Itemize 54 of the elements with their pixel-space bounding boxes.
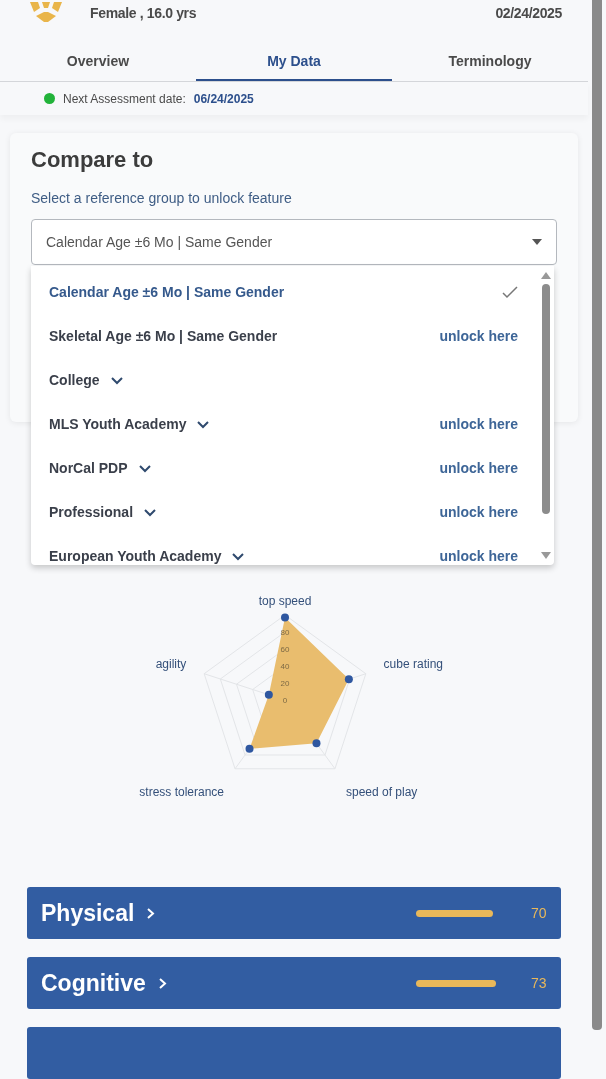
category-title: Physical — [41, 898, 135, 928]
tick-label: 40 — [280, 662, 290, 671]
axis-label: speed of play — [345, 784, 418, 799]
unlock-link[interactable]: unlock here — [439, 501, 518, 523]
scrollbar-thumb[interactable] — [542, 284, 550, 515]
scroll-up-icon[interactable] — [541, 272, 551, 280]
chevron-right-icon — [146, 906, 156, 920]
category-bar[interactable]: Physical 70 — [27, 887, 561, 939]
tab[interactable]: My Data — [196, 27, 392, 82]
axis-label: top speed — [258, 594, 312, 608]
tick-label: 20 — [280, 679, 290, 688]
tick-label: 80 — [280, 628, 290, 637]
profile-info: Female , 16.0 yrs — [90, 3, 197, 23]
page-scrollbar[interactable] — [592, 0, 602, 1030]
tab[interactable]: Terminology — [392, 27, 588, 82]
unlock-link[interactable]: unlock here — [439, 545, 518, 566]
category-bar[interactable]: Cognitive 73 — [27, 957, 561, 1009]
dropdown-option[interactable]: Calendar Age ±6 Mo | Same Gender — [31, 270, 538, 315]
card-hint: Select a reference group to unlock feature — [31, 189, 293, 209]
option-label: NorCal PDP — [49, 458, 128, 478]
axis-label: agility — [155, 656, 187, 671]
dropdown-option[interactable]: College — [31, 358, 538, 403]
option-label: Calendar Age ±6 Mo | Same Gender — [49, 282, 285, 302]
category-score: 73 — [531, 973, 548, 993]
tick-label: 0 — [282, 696, 288, 705]
axis-label: cube rating — [383, 656, 443, 671]
category-bar[interactable] — [27, 1027, 561, 1079]
checkmark-icon — [502, 285, 518, 299]
chevron-right-icon — [157, 976, 167, 990]
category-title: Cognitive — [41, 968, 146, 998]
card-title: Compare to — [31, 146, 155, 175]
scroll-down-icon[interactable] — [541, 552, 551, 560]
assessment-date: 06/24/2025 — [193, 90, 254, 108]
option-label: Skeletal Age ±6 Mo | Same Gender — [49, 326, 278, 346]
dropdown-option[interactable]: NorCal PDP unlock here — [31, 446, 538, 491]
unlock-link[interactable]: unlock here — [439, 413, 518, 435]
unlock-link[interactable]: unlock here — [439, 457, 518, 479]
option-label: Professional — [49, 502, 134, 522]
dropdown-option[interactable]: Skeletal Age ±6 Mo | Same Gender unlock here — [31, 314, 538, 359]
category-score: 70 — [531, 903, 548, 923]
tick-label: 60 — [280, 645, 290, 654]
header-date: 02/24/2025 — [495, 3, 562, 23]
unlock-link[interactable]: unlock here — [439, 325, 518, 347]
dropdown-option[interactable]: European Youth Academy unlock here — [31, 534, 538, 566]
dropdown-caret-icon — [532, 239, 542, 246]
option-label: College — [49, 370, 100, 390]
reference-select[interactable]: Calendar Age ±6 Mo | Same Gender — [31, 219, 557, 266]
assessment-label: Next Assessment date: — [63, 90, 186, 108]
tab[interactable]: Overview — [0, 27, 196, 82]
dropdown-option[interactable]: MLS Youth Academy unlock here — [31, 402, 538, 447]
option-label: MLS Youth Academy — [49, 414, 187, 434]
dropdown-option[interactable]: Professional unlock here — [31, 490, 538, 535]
axis-label: stress tolerance — [139, 784, 225, 799]
option-label: European Youth Academy — [49, 546, 222, 566]
